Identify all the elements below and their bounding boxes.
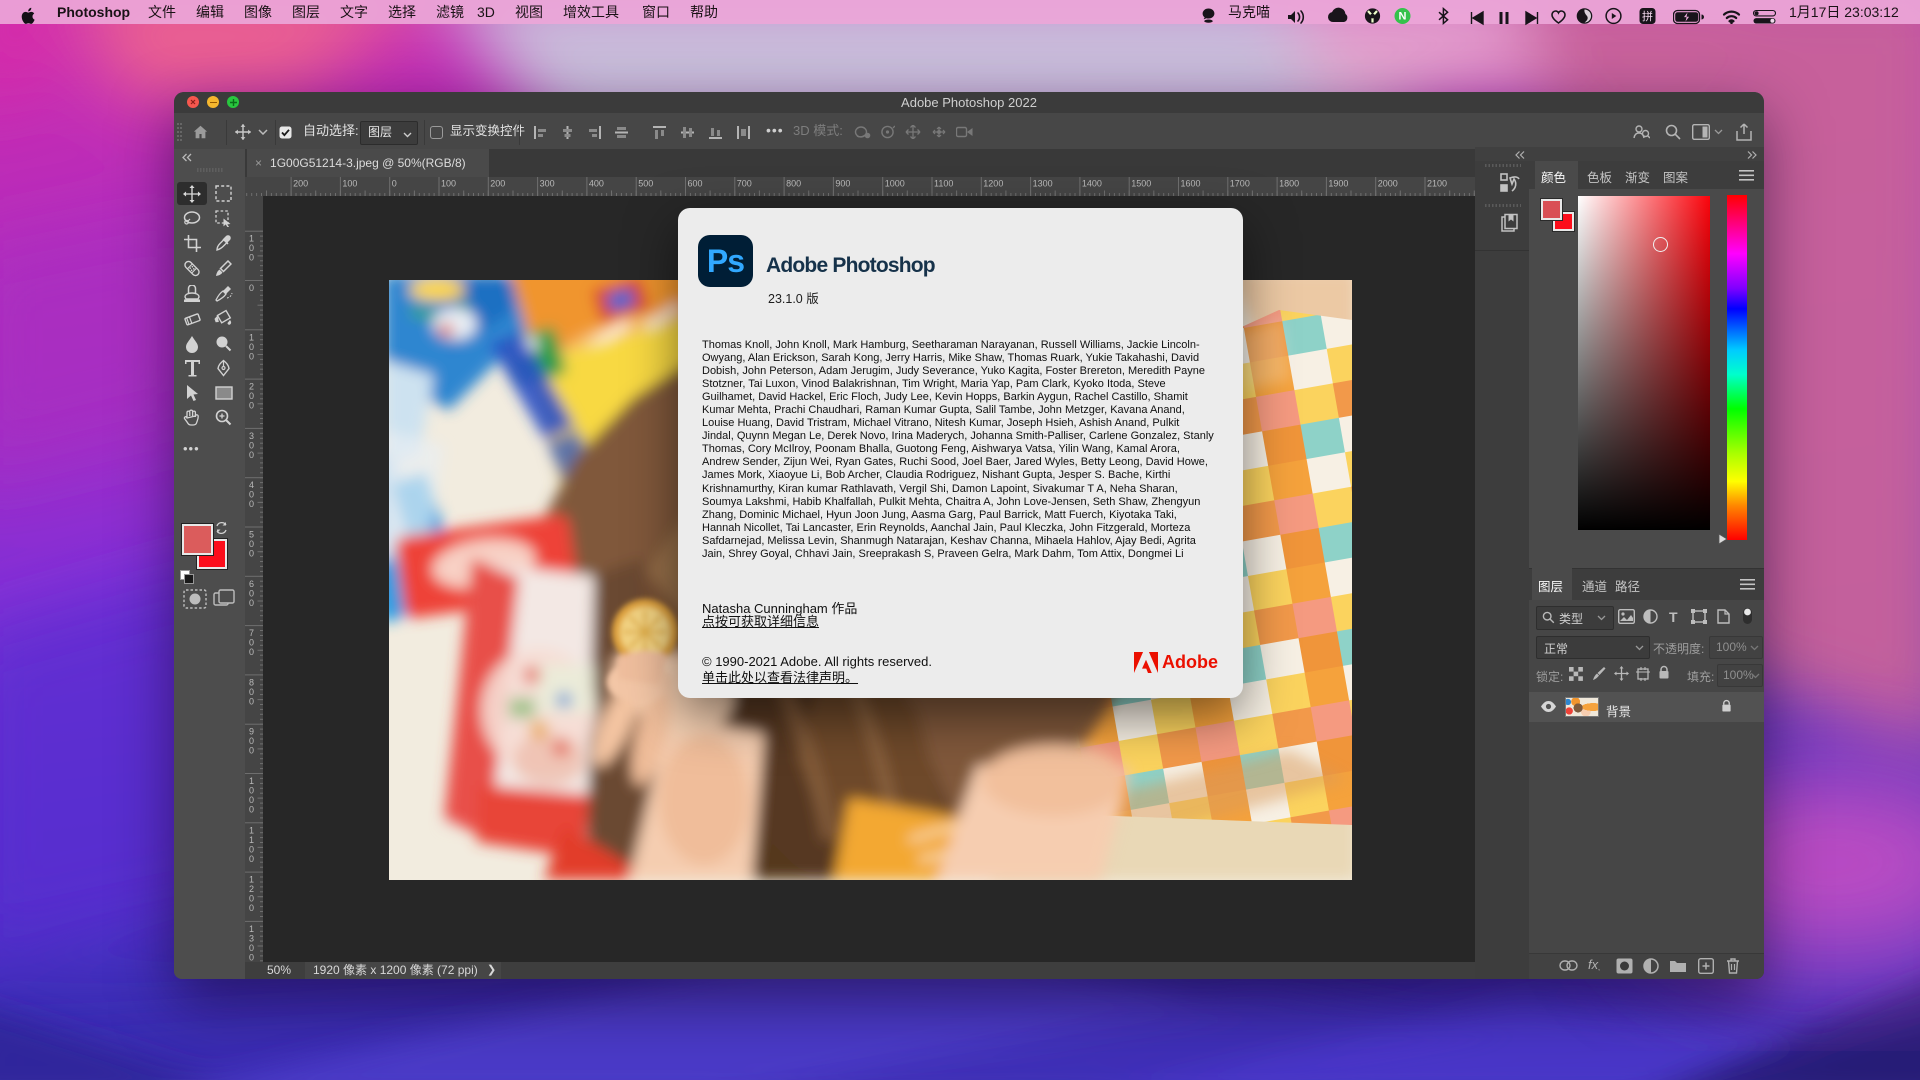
svg-text:200: 200: [490, 179, 505, 189]
svg-text:5: 5: [249, 530, 254, 540]
svg-text:3: 3: [249, 431, 254, 441]
svg-text:0: 0: [249, 283, 254, 293]
svg-text:3: 3: [249, 933, 254, 943]
svg-text:1: 1: [249, 835, 254, 845]
svg-text:0: 0: [249, 943, 254, 953]
svg-text:0: 0: [249, 588, 254, 598]
svg-text:1200: 1200: [983, 179, 1003, 189]
svg-text:400: 400: [589, 179, 604, 189]
svg-text:0: 0: [249, 499, 254, 509]
svg-text:0: 0: [249, 549, 254, 559]
svg-text:1500: 1500: [1131, 179, 1151, 189]
svg-text:800: 800: [786, 179, 801, 189]
svg-text:N: N: [1399, 11, 1407, 23]
svg-text:1: 1: [249, 234, 254, 244]
svg-text:0: 0: [249, 786, 254, 796]
svg-text:0: 0: [249, 243, 254, 253]
svg-text:0: 0: [249, 647, 254, 657]
svg-text:0: 0: [249, 746, 254, 756]
svg-text:1: 1: [249, 875, 254, 885]
svg-text:1100: 1100: [934, 179, 953, 189]
svg-text:0: 0: [249, 342, 254, 352]
svg-text:0: 0: [249, 903, 254, 913]
svg-text:0: 0: [249, 401, 254, 411]
svg-text:1000: 1000: [885, 179, 905, 189]
svg-text:1: 1: [249, 776, 254, 786]
svg-text:1: 1: [249, 924, 254, 934]
svg-text:0: 0: [249, 736, 254, 746]
svg-text:500: 500: [638, 179, 653, 189]
svg-text:4: 4: [249, 480, 254, 490]
svg-text:0: 0: [249, 440, 254, 450]
svg-text:100: 100: [342, 179, 357, 189]
svg-text:7: 7: [249, 628, 254, 638]
svg-text:0: 0: [249, 854, 254, 864]
svg-text:1900: 1900: [1328, 179, 1348, 189]
svg-text:拼: 拼: [1642, 9, 1653, 23]
svg-text:1600: 1600: [1181, 179, 1201, 189]
svg-text:1: 1: [249, 825, 254, 835]
svg-text:2100: 2100: [1427, 179, 1447, 189]
svg-text:2: 2: [249, 884, 254, 894]
svg-text:2: 2: [249, 382, 254, 392]
svg-text:600: 600: [688, 179, 703, 189]
svg-text:6: 6: [249, 579, 254, 589]
svg-text:9: 9: [249, 727, 254, 737]
svg-text:0: 0: [249, 638, 254, 648]
svg-text:0: 0: [249, 391, 254, 401]
svg-text:0: 0: [249, 805, 254, 815]
svg-text:0: 0: [249, 795, 254, 805]
svg-text:0: 0: [249, 351, 254, 361]
svg-text:0: 0: [249, 687, 254, 697]
svg-text:0: 0: [249, 253, 254, 263]
svg-text:300: 300: [540, 179, 555, 189]
svg-text:0: 0: [249, 696, 254, 706]
svg-text:1700: 1700: [1230, 179, 1250, 189]
svg-text:900: 900: [835, 179, 850, 189]
svg-text:700: 700: [737, 179, 752, 189]
svg-text:200: 200: [293, 179, 308, 189]
svg-text:0: 0: [392, 179, 397, 189]
svg-text:1: 1: [249, 332, 254, 342]
svg-text:0: 0: [249, 952, 254, 962]
svg-text:2000: 2000: [1378, 179, 1398, 189]
svg-text:1400: 1400: [1082, 179, 1102, 189]
svg-text:100: 100: [441, 179, 456, 189]
svg-text:0: 0: [249, 844, 254, 854]
svg-text:0: 0: [249, 894, 254, 904]
svg-text:1300: 1300: [1033, 179, 1053, 189]
svg-text:0: 0: [249, 490, 254, 500]
svg-text:0: 0: [249, 539, 254, 549]
svg-text:1800: 1800: [1279, 179, 1299, 189]
svg-text:8: 8: [249, 677, 254, 687]
svg-text:0: 0: [249, 598, 254, 608]
svg-text:0: 0: [249, 450, 254, 460]
